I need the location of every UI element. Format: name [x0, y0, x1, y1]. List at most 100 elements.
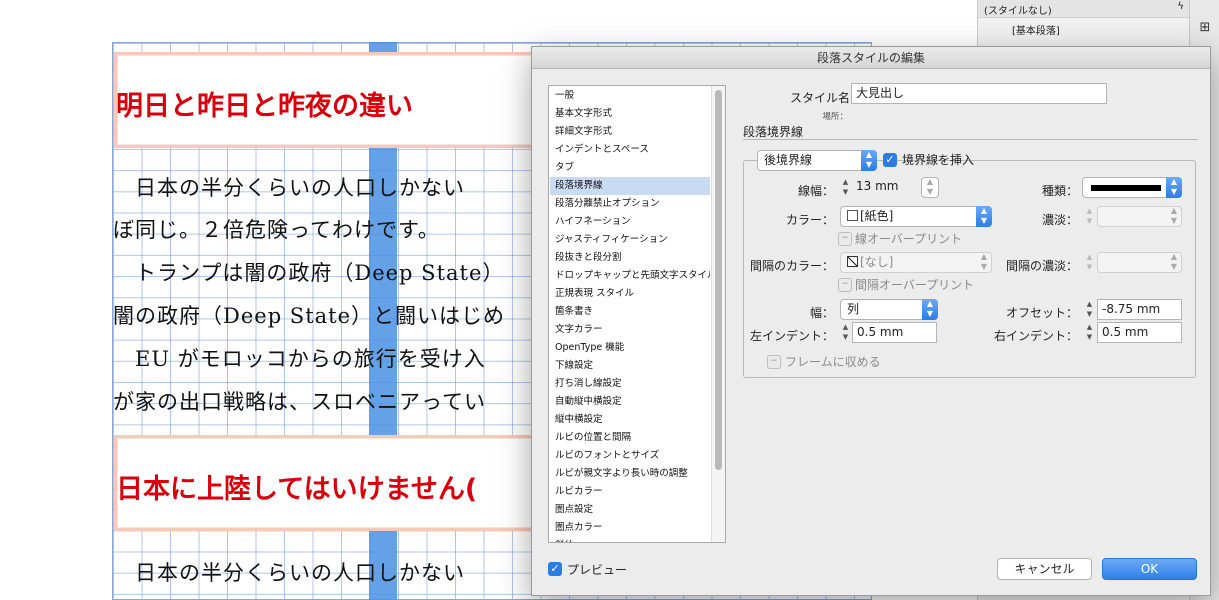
dialog-title: 段落スタイルの編集 — [532, 47, 1210, 69]
document-body-line: 闇の政府（Deep State）と闘いはじめ — [113, 304, 506, 328]
category-item[interactable]: 文字カラー — [550, 321, 710, 339]
category-item[interactable]: 基本文字形式 — [550, 105, 710, 123]
category-item[interactable]: 正規表現 スタイル — [550, 285, 710, 303]
chevron-updown-icon: ▲ ▼ — [861, 150, 877, 171]
category-item[interactable]: 段抜きと段分割 — [550, 249, 710, 267]
category-item[interactable]: OpenType 機能 — [550, 339, 710, 357]
overprint-gap-label: 間隔オーバープリント — [855, 278, 975, 292]
category-item[interactable]: 圏点設定 — [550, 501, 710, 519]
location-label: 場所： — [822, 112, 848, 122]
category-item[interactable]: ルビカラー — [550, 483, 710, 501]
category-item[interactable]: 斜体 — [550, 537, 710, 542]
gap-color-label: 間隔のカラー： — [749, 259, 834, 273]
chevron-updown-icon: ▲ ▼ — [1170, 206, 1178, 225]
category-item[interactable]: 段落分離禁止オプション — [550, 195, 710, 213]
overprint-stroke-label: 線オーバープリント — [855, 232, 963, 246]
keep-in-frame-checkbox[interactable]: − — [767, 355, 781, 369]
offset-input[interactable]: -8.75 mm — [1097, 299, 1182, 320]
weight-popup[interactable]: ▲ ▼ — [921, 177, 939, 198]
weight-stepper[interactable]: ▲ ▼ — [840, 177, 851, 198]
overprint-gap-checkbox[interactable]: − — [838, 278, 852, 292]
category-item[interactable]: ドロップキャップと先頭文字スタイル — [550, 267, 710, 285]
category-item[interactable]: ルビが親文字より長い時の調整 — [550, 465, 710, 483]
right-indent-stepper[interactable]: ▲ ▼ — [1084, 322, 1095, 343]
preview-label: プレビュー — [567, 563, 628, 577]
solid-stroke-sample — [1091, 185, 1161, 191]
category-list[interactable]: 一般 基本文字形式 詳細文字形式 インデントとスペース タブ 段落境界線 段落分離禁止オプシ… — [548, 85, 726, 543]
chevron-updown-icon: ▲ ▼ — [1166, 177, 1182, 198]
color-label: カラー： — [785, 213, 834, 227]
overprint-stroke-checkbox[interactable]: − — [838, 232, 852, 246]
style-row-basic[interactable]: [基本段落] — [978, 20, 1190, 38]
gap-tint-label: 間隔の濃淡： — [1005, 259, 1078, 273]
chevron-updown-icon: ▲ ▼ — [1170, 252, 1178, 271]
tint-label: 濃淡： — [1041, 213, 1078, 227]
tint-stepper[interactable]: ▲ ▼ — [1084, 206, 1095, 227]
category-item[interactable]: 箇条書き — [550, 303, 710, 321]
section-divider — [743, 139, 1198, 140]
ok-button[interactable]: OK — [1102, 558, 1197, 580]
category-item[interactable]: 段落境界線 — [550, 177, 710, 195]
lightning-icon: ϟ — [1177, 1, 1184, 12]
paper-swatch-icon — [847, 210, 858, 221]
chevron-updown-icon: ▲ ▼ — [976, 206, 992, 227]
weight-label: 線幅： — [797, 184, 834, 198]
gap-tint-input[interactable]: ▲ ▼ — [1097, 252, 1182, 273]
category-item[interactable]: 下線設定 — [550, 357, 710, 375]
width-popup[interactable]: 列 ▲ ▼ — [840, 299, 938, 320]
category-item[interactable]: タブ — [550, 159, 710, 177]
document-heading-1: 明日と昨日と昨夜の違い — [116, 91, 413, 122]
scrollbar-thumb[interactable] — [715, 90, 722, 470]
document-body-line: トランプは闇の政府（Deep State） — [113, 261, 505, 285]
section-title: 段落境界線 — [743, 125, 804, 139]
category-item[interactable]: 圏点カラー — [550, 519, 710, 537]
left-indent-label: 左インデント： — [749, 329, 834, 343]
chevron-updown-icon: ▲ ▼ — [926, 177, 934, 196]
rule-type-popup[interactable]: 後境界線 ▲ ▼ — [757, 150, 877, 171]
category-item[interactable]: 打ち消し線設定 — [550, 375, 710, 393]
category-item[interactable]: ルビのフォントとサイズ — [550, 447, 710, 465]
cancel-button[interactable]: キャンセル — [997, 558, 1092, 580]
document-heading-2: 日本に上陸してはいけません( — [116, 474, 478, 505]
document-body-line: ぼ同じ。２倍危険ってわけです。 — [113, 218, 440, 242]
category-item[interactable]: 縦中横設定 — [550, 411, 710, 429]
right-indent-input[interactable]: 0.5 mm — [1097, 322, 1182, 343]
rule-on-checkbox[interactable]: ✓ — [883, 153, 897, 167]
left-indent-input[interactable]: 0.5 mm — [852, 322, 937, 343]
pages-icon[interactable]: ⊞ — [1196, 20, 1214, 36]
type-label: 種類： — [1041, 184, 1078, 198]
left-indent-stepper[interactable]: ▲ ▼ — [840, 322, 851, 343]
preview-checkbox[interactable]: ✓ — [548, 562, 562, 576]
category-item[interactable]: ハイフネーション — [550, 213, 710, 231]
stroke-type-popup[interactable]: ▲ ▼ — [1082, 177, 1182, 198]
paragraph-style-options-dialog: 段落スタイルの編集 一般 基本文字形式 詳細文字形式 インデントとスペース タブ 段落境界… — [531, 46, 1211, 596]
chevron-updown-icon: ▲ ▼ — [980, 252, 988, 271]
tint-input[interactable]: ▲ ▼ — [1097, 206, 1182, 227]
right-indent-label: 右インデント： — [993, 329, 1078, 343]
style-name-label: スタイル名： — [789, 91, 862, 105]
width-label: 幅： — [809, 306, 834, 320]
gap-color-popup[interactable]: [なし] ▲ ▼ — [840, 252, 992, 273]
weight-input[interactable]: 13 mm — [852, 177, 922, 198]
offset-stepper[interactable]: ▲ ▼ — [1084, 299, 1095, 320]
category-item[interactable]: 詳細文字形式 — [550, 123, 710, 141]
style-name-input[interactable]: 大見出し — [851, 83, 1107, 104]
color-popup[interactable]: [紙色] ▲ ▼ — [840, 206, 992, 227]
category-item[interactable]: 一般 — [550, 87, 710, 105]
keep-in-frame-label: フレームに収める — [785, 355, 881, 369]
category-item[interactable]: 自動縦中横設定 — [550, 393, 710, 411]
document-body-line: 日本の半分くらいの人口しかない — [113, 176, 465, 200]
document-body-line: 日本の半分くらいの人口しかない — [113, 561, 465, 585]
category-item[interactable]: インデントとスペース — [550, 141, 710, 159]
offset-label: オフセット： — [1005, 306, 1078, 320]
category-item[interactable]: ルビの位置と間隔 — [550, 429, 710, 447]
gap-tint-stepper[interactable]: ▲ ▼ — [1084, 252, 1095, 273]
chevron-updown-icon: ▲ ▼ — [922, 299, 938, 320]
rule-on-label: 境界線を挿入 — [902, 153, 975, 167]
none-swatch-icon — [847, 256, 858, 267]
category-scrollbar[interactable] — [711, 86, 725, 542]
style-row-none[interactable]: (スタイルなし) ϟ — [978, 0, 1190, 18]
document-body-line: EU がモロッコからの旅行を受け入 — [113, 347, 486, 371]
category-item[interactable]: ジャスティフィケーション — [550, 231, 710, 249]
document-body-line: が家の出口戦略は、スロベニアってい — [113, 390, 486, 414]
